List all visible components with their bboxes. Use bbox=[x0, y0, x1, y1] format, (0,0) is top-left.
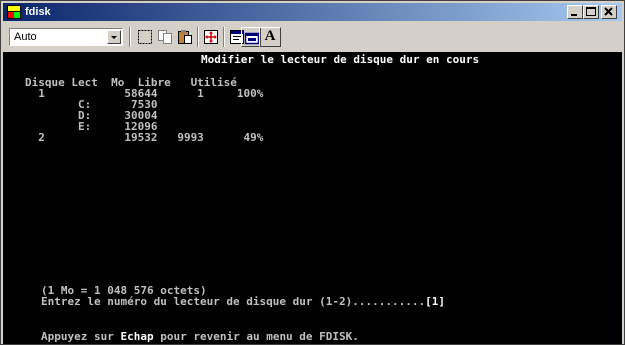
close-icon bbox=[604, 7, 613, 16]
console-screen[interactable]: Modifier le lecteur de disque dur en cou… bbox=[3, 52, 622, 344]
footer-hint: Appuyez sur Echap pour revenir au menu d… bbox=[41, 331, 359, 342]
background-icon bbox=[244, 32, 260, 45]
chevron-down-icon bbox=[111, 36, 117, 39]
drive-prompt-value: [1] bbox=[425, 295, 445, 308]
drive-prompt: Entrez le numéro du lecteur de disque du… bbox=[41, 296, 445, 307]
toolbar: Auto A bbox=[3, 23, 622, 51]
ms-dos-icon bbox=[7, 5, 21, 19]
close-button[interactable] bbox=[601, 5, 617, 19]
minimize-icon bbox=[571, 14, 577, 16]
toolbar-separator bbox=[129, 27, 131, 47]
toolbar-separator bbox=[197, 27, 199, 47]
font-size-value: Auto bbox=[14, 31, 37, 43]
font-button[interactable]: A bbox=[259, 27, 281, 47]
copy-icon bbox=[158, 30, 172, 44]
font-size-select[interactable]: Auto bbox=[9, 28, 123, 46]
dropdown-button[interactable] bbox=[107, 30, 121, 44]
minimize-button[interactable] bbox=[567, 5, 583, 19]
table-row: 2 19532 9993 49% bbox=[25, 131, 264, 144]
title-bar[interactable]: fdisk bbox=[3, 3, 622, 21]
fullscreen-icon bbox=[204, 30, 218, 44]
paste-button[interactable] bbox=[175, 27, 195, 47]
mark-icon bbox=[138, 30, 152, 44]
toolbar-separator bbox=[223, 27, 225, 47]
paste-icon bbox=[178, 30, 192, 44]
maximize-icon bbox=[586, 7, 596, 16]
footer-text: Appuyez sur bbox=[41, 330, 121, 343]
window-title: fdisk bbox=[25, 6, 51, 18]
mark-button[interactable] bbox=[135, 27, 155, 47]
footer-text: pour revenir au menu de FDISK. bbox=[153, 330, 359, 343]
background-button[interactable] bbox=[241, 27, 261, 47]
fullscreen-button[interactable] bbox=[201, 27, 221, 47]
escape-key-label: Echap bbox=[120, 330, 154, 343]
copy-button[interactable] bbox=[155, 27, 175, 47]
console-header: Modifier le lecteur de disque dur en cou… bbox=[201, 53, 480, 66]
maximize-button[interactable] bbox=[583, 5, 599, 19]
drive-prompt-text: Entrez le numéro du lecteur de disque du… bbox=[41, 295, 426, 308]
fdisk-window: fdisk Auto A Modifier le lecteur de disq… bbox=[0, 0, 625, 345]
